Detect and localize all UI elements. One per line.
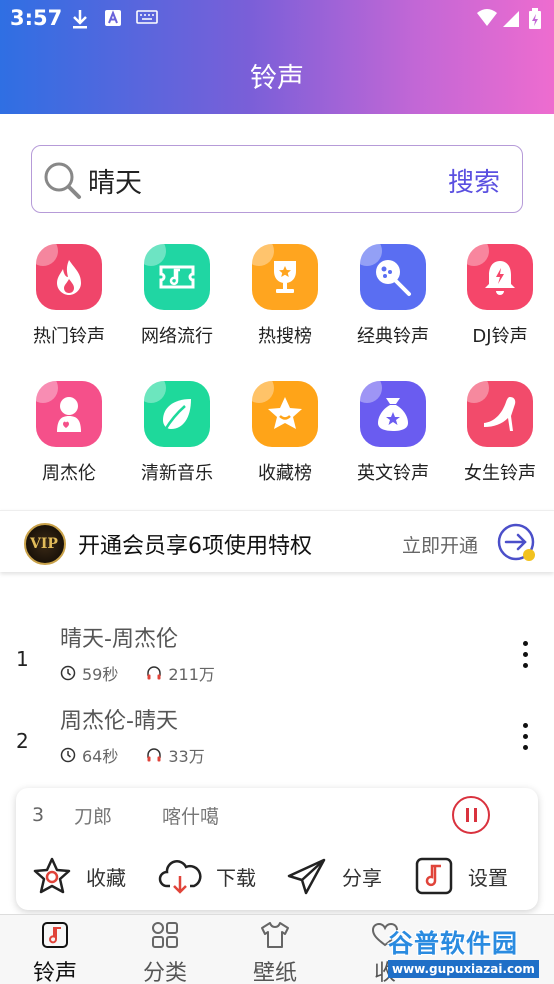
set-ringtone-button[interactable]: 设置 [414, 856, 508, 896]
marquee-text: 喀什噶 [162, 806, 220, 828]
category-fresh-music[interactable]: 清新音乐 [127, 381, 227, 485]
watermark: 谷普软件园 www.gupuxiazai.com [388, 924, 552, 984]
category-hot-search[interactable]: 热搜榜 [235, 244, 335, 348]
song-index: 2 [16, 729, 29, 753]
app-header: 3:57 铃声 [0, 0, 554, 114]
favorite-button[interactable]: 收藏 [32, 856, 126, 896]
status-time: 3:57 [10, 6, 63, 30]
song-duration: 64秒 [82, 747, 119, 766]
song-meta: 64秒 33万 [60, 743, 233, 767]
search-button[interactable]: 搜索 [448, 162, 500, 199]
star-icon [252, 381, 318, 447]
category-label: 经典铃声 [357, 326, 429, 347]
song-index: 1 [16, 647, 29, 671]
set-ringtone-label: 设置 [468, 865, 508, 890]
cloud-download-icon [158, 860, 202, 894]
watermark-text: 谷普软件园 [388, 929, 519, 958]
music-note-icon [42, 922, 68, 948]
share-label: 分享 [342, 865, 382, 890]
category-english[interactable]: 英文铃声 [343, 381, 443, 485]
bell-icon [467, 244, 533, 310]
vip-badge-icon: VIP [24, 523, 66, 565]
send-icon [287, 858, 326, 895]
clock-icon [60, 665, 76, 681]
tab-categories[interactable]: 分类 [110, 921, 220, 984]
star-outline-icon [33, 857, 71, 894]
category-label: 收藏榜 [258, 463, 312, 484]
status-bar: 3:57 [0, 0, 554, 38]
category-jay-chou[interactable]: 周杰伦 [19, 381, 119, 485]
person-icon [36, 381, 102, 447]
tab-label: 壁纸 [252, 961, 297, 984]
vip-banner[interactable]: VIP 开通会员享6项使用特权 立即开通 [0, 510, 554, 572]
vip-badge-text: VIP [30, 536, 58, 552]
pause-button[interactable] [452, 796, 490, 834]
search-bar[interactable]: 搜索 [31, 145, 523, 213]
download-label: 下载 [216, 865, 256, 890]
search-icon [44, 162, 81, 199]
song-title[interactable]: 周杰伦-晴天 [60, 703, 178, 735]
watermark-url: www.gupuxiazai.com [388, 960, 539, 978]
category-female[interactable]: 女生铃声 [450, 381, 550, 485]
category-label: 热搜榜 [258, 326, 312, 347]
vip-promo-text: 开通会员享6项使用特权 [78, 534, 312, 559]
tab-label: 铃声 [32, 961, 77, 984]
category-label: 热门铃声 [33, 326, 105, 347]
category-dj[interactable]: DJ铃声 [450, 244, 550, 348]
category-favorites[interactable]: 收藏榜 [235, 381, 335, 485]
player-index: 3 [32, 804, 45, 826]
category-classic[interactable]: 经典铃声 [343, 244, 443, 348]
ticket-icon [144, 244, 210, 310]
category-hot-ringtones[interactable]: 热门铃声 [19, 244, 119, 348]
headphones-icon [147, 666, 162, 680]
song-list-item[interactable]: 2 周杰伦-晴天 64秒 33万 [0, 703, 554, 785]
trophy-icon [252, 244, 318, 310]
moneybag-icon [360, 381, 426, 447]
headphones-icon [147, 748, 162, 762]
search-input[interactable] [88, 160, 388, 200]
song-plays: 33万 [168, 747, 205, 766]
guitar-icon [360, 244, 426, 310]
signal-icon [503, 11, 519, 27]
heel-icon [467, 381, 533, 447]
tab-label: 分类 [142, 961, 187, 984]
download-button[interactable]: 下载 [158, 856, 256, 896]
category-label: 女生铃声 [464, 463, 536, 484]
marquee-text: 刀郎 [74, 806, 113, 828]
arrow-right-circle-icon[interactable] [496, 522, 538, 564]
category-label: 清新音乐 [141, 463, 213, 484]
keyboard-icon [136, 10, 158, 24]
song-duration: 59秒 [82, 665, 119, 684]
category-label: 周杰伦 [42, 463, 96, 484]
song-title[interactable]: 晴天-周杰伦 [60, 621, 178, 653]
category-trending[interactable]: 网络流行 [127, 244, 227, 348]
wifi-icon [477, 9, 497, 26]
page-title: 铃声 [250, 63, 304, 94]
song-list-item[interactable]: 1 晴天-周杰伦 59秒 211万 [0, 621, 554, 703]
more-options-icon[interactable] [520, 723, 530, 757]
music-note-icon [415, 857, 453, 895]
font-icon [105, 10, 121, 26]
clock-icon [60, 747, 76, 763]
song-meta: 59秒 211万 [60, 661, 243, 685]
leaf-icon [144, 381, 210, 447]
category-label: 网络流行 [141, 326, 213, 347]
category-label: DJ铃声 [472, 326, 528, 347]
vip-open-link[interactable]: 立即开通 [402, 531, 478, 558]
player-card: 3 刀郎 喀什噶 收藏 下载 分享 设置 [16, 788, 538, 910]
song-plays: 211万 [168, 665, 215, 684]
battery-icon [529, 8, 541, 29]
tab-ringtones[interactable]: 铃声 [0, 921, 110, 984]
share-button[interactable]: 分享 [286, 856, 382, 896]
shirt-icon [261, 922, 289, 948]
grid-icon [152, 922, 178, 948]
category-label: 英文铃声 [357, 463, 429, 484]
favorite-label: 收藏 [86, 865, 126, 890]
tab-wallpapers[interactable]: 壁纸 [220, 921, 330, 984]
more-options-icon[interactable] [520, 641, 530, 675]
player-song-marquee: 刀郎 喀什噶 [74, 802, 230, 830]
flame-icon [36, 244, 102, 310]
download-icon [73, 10, 87, 29]
